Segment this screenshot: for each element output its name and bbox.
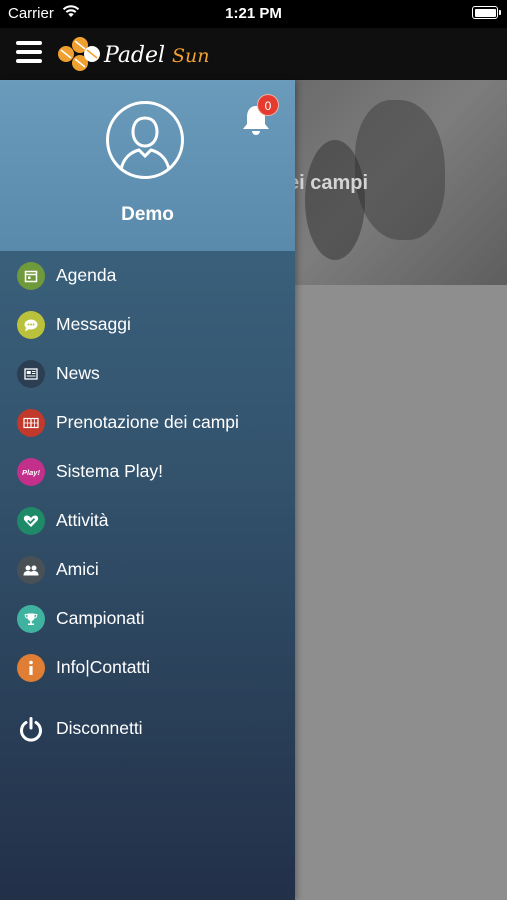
menu-item-label: News	[56, 363, 100, 383]
menu-item-label: Amici	[56, 559, 99, 579]
menu-hamburger-icon[interactable]	[16, 41, 42, 63]
hero-title: ei campi	[295, 172, 369, 194]
chat-bubble-icon	[17, 311, 45, 339]
menu-item-attivita[interactable]: Attività	[0, 496, 295, 545]
menu-item-label: Messaggi	[56, 314, 131, 334]
menu-item-label: Info|Contatti	[56, 657, 151, 677]
drawer-menu: Agenda Messaggi News Prenotazione dei ca…	[0, 251, 295, 753]
avatar[interactable]	[106, 101, 184, 179]
menu-item-disconnetti[interactable]: Disconnetti	[0, 704, 295, 753]
info-icon	[17, 654, 45, 682]
hero-image: ei campi	[295, 80, 507, 285]
main-content-background: ei campi	[295, 80, 507, 900]
menu-item-sistema-play[interactable]: Play! Sistema Play!	[0, 447, 295, 496]
side-drawer: Demo 0 Agenda Messaggi News Prenotazione…	[0, 80, 295, 900]
menu-item-label: Sistema Play!	[56, 461, 163, 481]
top-navbar: Padel Sun	[0, 28, 507, 80]
menu-item-label: Agenda	[56, 265, 117, 285]
heart-check-icon	[17, 507, 45, 535]
play-badge-icon: Play!	[17, 458, 45, 486]
svg-text:Play!: Play!	[22, 468, 40, 477]
menu-item-info-contatti[interactable]: Info|Contatti	[0, 643, 295, 692]
notification-count-badge: 0	[257, 94, 279, 116]
menu-item-label: Prenotazione dei campi	[56, 412, 239, 432]
friends-icon	[17, 556, 45, 584]
menu-item-label: Disconnetti	[56, 718, 143, 738]
calendar-icon	[17, 262, 45, 290]
battery-icon	[472, 6, 501, 19]
clock: 1:21 PM	[225, 5, 282, 22]
profile-header: Demo 0	[0, 80, 295, 251]
trophy-icon	[17, 605, 45, 633]
menu-item-campionati[interactable]: Campionati	[0, 594, 295, 643]
menu-item-agenda[interactable]: Agenda	[0, 251, 295, 300]
newspaper-icon	[17, 360, 45, 388]
menu-item-messaggi[interactable]: Messaggi	[0, 300, 295, 349]
app-logo: Padel Sun	[54, 32, 222, 81]
menu-item-amici[interactable]: Amici	[0, 545, 295, 594]
menu-item-label: Campionati	[56, 608, 145, 628]
menu-item-prenotazione-campi[interactable]: Prenotazione dei campi	[0, 398, 295, 447]
username: Demo	[121, 204, 174, 225]
menu-item-label: Attività	[56, 510, 109, 530]
menu-item-news[interactable]: News	[0, 349, 295, 398]
court-icon	[17, 409, 45, 437]
svg-text:Padel: Padel	[103, 43, 165, 68]
svg-text:Sun: Sun	[172, 45, 210, 67]
status-bar: Carrier 1:21 PM	[0, 0, 507, 28]
power-icon	[17, 715, 45, 743]
